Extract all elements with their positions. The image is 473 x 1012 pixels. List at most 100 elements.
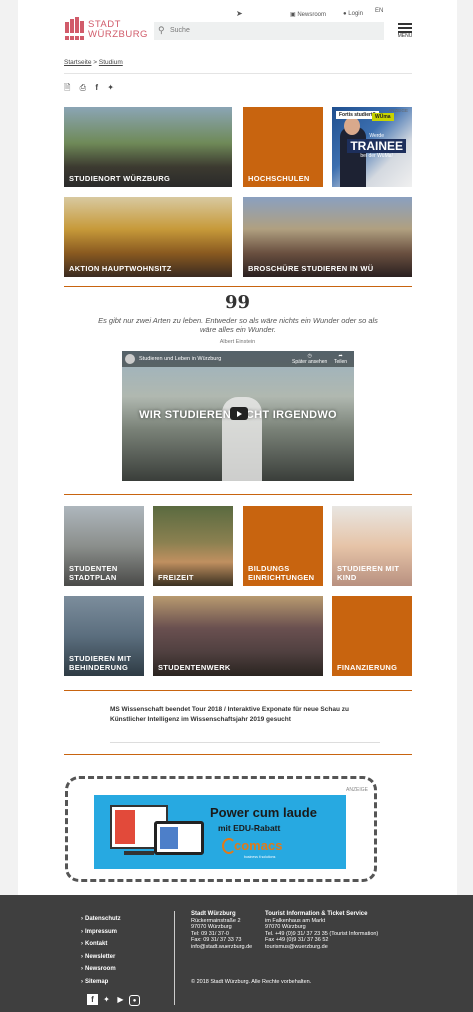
tile-label: STUDENTENWERK [158,662,231,672]
footer-city-address: Stadt Würzburg Rückermainstraße 2 97070 … [191,911,252,950]
footer-links: Datenschutz Impressum Kontakt Newsletter… [81,913,121,988]
section-divider [64,494,412,495]
language-switch[interactable]: EN [375,8,383,14]
quote-text: Es gibt nur zwei Arten zu leben. Entwede… [98,316,378,334]
logo-text: STADT WÜRZBURG [88,20,148,40]
tile-label: FREIZEIT [158,572,194,582]
play-icon[interactable] [230,407,248,420]
section-divider [64,754,412,755]
tile-bildungseinrichtungen[interactable]: BILDUNGS EINRICHTUNGEN [243,506,323,586]
tile-hochschulen[interactable]: HOCHSCHULEN [243,107,323,187]
footer-link-kontakt[interactable]: Kontakt [81,938,121,951]
footer-divider [174,911,175,1005]
social-icons: f ✦ ▶ ● [87,994,143,1006]
tile-freizeit[interactable]: FREIZEIT [153,506,233,586]
tile-studentenwerk[interactable]: STUDENTENWERK [153,596,323,676]
hamburger-icon [398,23,412,33]
login-label: Login [348,11,363,17]
instagram-icon[interactable]: ● [129,995,140,1006]
ad-label: ANZEIGE [346,787,368,793]
quote-mark: 99 [224,292,251,313]
print-icon[interactable]: ⎙ [80,83,86,92]
share-button[interactable]: ➦ Teilen [334,353,347,365]
youtube-icon[interactable]: ▶ [115,994,126,1005]
share-label: Teilen [334,359,348,365]
monitor-stand-image [124,851,154,855]
tile-studienort[interactable]: STUDIENORT WÜRZBURG [64,107,232,187]
ad-headline: Power cum laude [210,805,317,820]
search-input[interactable]: ⚲ Suche [154,22,384,40]
footer-ti-title: Tourist Information & Ticket Service [265,911,368,917]
ad-brand: comacs [222,838,282,854]
watch-later-label: Später ansehen [292,359,328,365]
channel-avatar[interactable] [125,354,135,364]
footer: Datenschutz Impressum Kontakt Newsletter… [0,895,473,1012]
facebook-icon[interactable]: f [95,83,98,92]
tile-label: FINANZIERUNG [337,662,398,672]
breadcrumb: Startseite > Studium [64,59,123,66]
search-placeholder: Suche [170,27,190,34]
footer-city-email[interactable]: info@stadt.wuerzburg.de [191,944,252,951]
quote-author: Albert Einstein [219,339,256,345]
breadcrumb-home[interactable]: Startseite [64,59,91,66]
section-divider [64,286,412,287]
tile-label: STUDIEREN MIT KIND [337,564,400,582]
location-icon[interactable]: ➤ [236,9,243,18]
tile-label: BILDUNGS EINRICHTUNGEN [248,564,315,582]
video-topbar: Studieren und Leben in Würzburg ◷ Später … [122,351,354,367]
tile-studieren-mit-behinderung[interactable]: STUDIEREN MIT BEHINDERUNG [64,596,144,676]
tile-label: STUDIENORT WÜRZBURG [69,173,171,183]
ad-trainee-word: TRAINEE [347,139,406,153]
share-toolbar: 🗎 ⎙ f ✦ [64,82,121,96]
video-title[interactable]: Studieren und Leben in Würzburg [139,356,221,362]
twitter-icon[interactable]: ✦ [101,994,112,1005]
menu-label: MENÜ [397,33,413,39]
footer-tourist-info: Tourist Information & Ticket Service im … [265,911,385,950]
tablet-image [154,821,204,855]
footer-city-title: Stadt Würzburg [191,911,236,917]
tile-label: STUDIEREN MIT BEHINDERUNG [69,654,132,672]
tile-ad-trainee[interactable]: ANZEIGE Fortis studiert? WÜma Werde TRAI… [332,107,412,187]
breadcrumb-current[interactable]: Studium [99,59,123,66]
twitter-icon[interactable]: ✦ [107,83,114,92]
tile-label: HOCHSCHULEN [248,173,310,183]
search-icon: ⚲ [158,25,165,35]
footer-link-newsletter[interactable]: Newsletter [81,951,121,964]
logo-line2: WÜRZBURG [88,29,148,40]
logo[interactable]: STADT WÜRZBURG [64,16,150,44]
document-icon[interactable]: 🗎 [64,83,70,92]
footer-ti-email[interactable]: tourismus@wuerzburg.de [265,944,385,951]
ad-tagline: business it solutions [244,855,276,859]
footer-link-impressum[interactable]: Impressum [81,926,121,939]
ad-banner-comacs[interactable]: Power cum laude mit EDU-Rabatt comacs bu… [94,795,346,869]
ad-trainee-post: bei der WüMa! [360,153,393,159]
tile-label: STUDENTEN STADTPLAN [69,564,118,582]
facebook-icon[interactable]: f [87,994,98,1005]
watch-later-button[interactable]: ◷ Später ansehen [292,353,327,365]
footer-link-newsroom[interactable]: Newsroom [81,963,121,976]
tile-label: BROSCHÜRE STUDIEREN IN WÜ [248,263,374,273]
newsroom-label: Newsroom [297,12,327,18]
news-teaser[interactable]: MS Wissenschaft beendet Tour 2018 / Inte… [110,705,370,725]
tile-stadtplan[interactable]: STUDENTEN STADTPLAN [64,506,144,586]
video-player[interactable]: Studieren und Leben in Würzburg ◷ Später … [122,351,354,481]
menu-button[interactable]: MENÜ [393,20,417,42]
tile-broschuere[interactable]: BROSCHÜRE STUDIEREN IN WÜ [243,197,412,277]
tile-studieren-mit-kind[interactable]: STUDIEREN MIT KIND [332,506,412,586]
divider [64,73,412,74]
ad-wuma-logo: WÜma [372,113,394,121]
copyright: © 2018 Stadt Würzburg. Alle Rechte vorbe… [191,979,312,985]
login-link[interactable]: ● Login [343,11,363,17]
tile-hauptwohnsitz[interactable]: AKTION HAUPTWOHNSITZ [64,197,232,277]
footer-link-sitemap[interactable]: Sitemap [81,976,121,989]
section-divider [64,690,412,691]
footer-link-datenschutz[interactable]: Datenschutz [81,913,121,926]
city-crest-icon [64,17,86,40]
ad-trainee-box: Werde TRAINEE bei der WüMa! [347,133,406,159]
tile-finanzierung[interactable]: FINANZIERUNG [332,596,412,676]
breadcrumb-separator: > [93,59,98,66]
tile-label: AKTION HAUPTWOHNSITZ [69,263,172,273]
newsroom-link[interactable]: ▣ Newsroom [290,11,326,18]
ad-subline: mit EDU-Rabatt [218,823,281,833]
comacs-logo-icon [222,838,236,854]
